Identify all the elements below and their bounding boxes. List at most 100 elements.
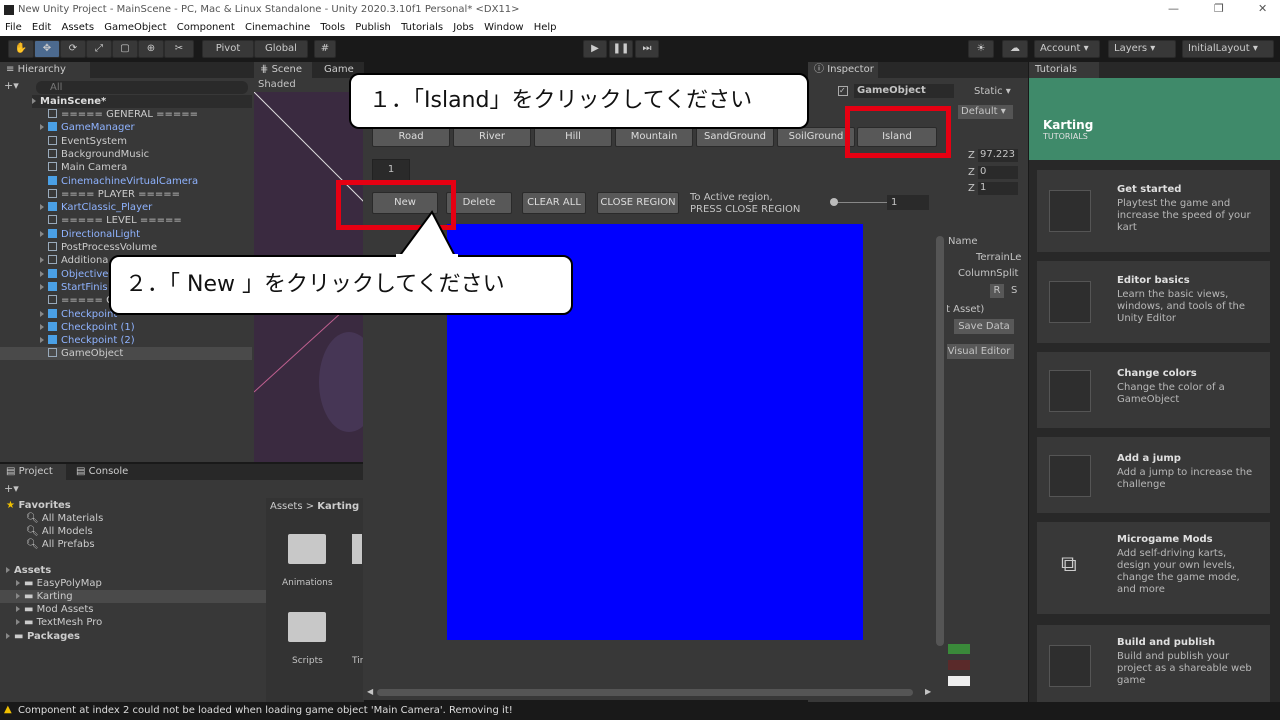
menu-publish[interactable]: Publish [355, 22, 391, 33]
folder-icon[interactable] [288, 612, 326, 642]
save-data-button[interactable]: Save Data [954, 319, 1014, 334]
mountain-button[interactable]: Mountain [615, 127, 693, 147]
step-icon[interactable]: ⏭ [635, 40, 659, 58]
menu-jobs[interactable]: Jobs [453, 22, 474, 33]
hierarchy-item[interactable]: GameManager [40, 121, 252, 134]
z-field[interactable]: 0 [978, 166, 1018, 179]
play-icon[interactable]: ▶ [583, 40, 607, 58]
expand-arrow-icon[interactable] [40, 337, 44, 344]
minimize-icon[interactable]: — [1168, 2, 1179, 15]
sandground-button[interactable]: SandGround [696, 127, 774, 147]
clear-all-button[interactable]: CLEAR ALL [522, 192, 586, 214]
scroll-left-icon[interactable]: ◀ [367, 687, 373, 696]
static-toggle[interactable]: Static ▾ [974, 86, 1011, 97]
menu-edit[interactable]: Edit [32, 22, 51, 33]
add-icon[interactable]: +▾ [4, 79, 19, 92]
expand-arrow-icon[interactable] [40, 323, 44, 330]
packages-header[interactable]: ▬ Packages [6, 630, 80, 643]
object-name-field[interactable]: GameObject [854, 84, 954, 98]
project-add-icon[interactable]: +▾ [4, 482, 19, 495]
tutorial-card-build-publish[interactable]: Build and publish Build and publish your… [1037, 625, 1270, 702]
color-swatch[interactable] [948, 676, 970, 686]
assets-header[interactable]: Assets [6, 564, 51, 577]
tutorial-card-get-started[interactable]: Get started Playtest the game and increa… [1037, 170, 1270, 252]
shading-mode-dropdown[interactable]: Shaded [254, 78, 364, 92]
asset-folder[interactable]: ▬ Mod Assets [16, 603, 93, 616]
hierarchy-item[interactable]: EventSystem [40, 135, 252, 148]
status-bar[interactable]: ▲ Component at index 2 could not be load… [0, 702, 1280, 720]
folder-icon[interactable] [288, 534, 326, 564]
asset-folder[interactable]: ▬ TextMesh Pro [16, 616, 102, 629]
menu-window[interactable]: Window [484, 22, 523, 33]
hierarchy-item[interactable]: CinemachineVirtualCamera [40, 175, 252, 188]
tutorial-card-add-jump[interactable]: Add a jump Add a jump to increase the ch… [1037, 437, 1270, 513]
hierarchy-item[interactable]: Checkpoint (1) [40, 321, 252, 334]
slider-track[interactable] [831, 202, 887, 203]
tutorial-card-editor-basics[interactable]: Editor basics Learn the basic views, win… [1037, 261, 1270, 343]
tutorial-card-microgame-mods[interactable]: ⧉ Microgame Mods Add self-driving karts,… [1037, 522, 1270, 614]
asset-folder[interactable]: ▬ EasyPolyMap [16, 577, 102, 590]
vertical-scrollbar[interactable] [936, 236, 944, 646]
visual-editor-button[interactable]: Visual Editor [944, 344, 1014, 359]
custom-tool-icon[interactable]: ✂ [164, 40, 194, 58]
soilground-button[interactable]: SoilGround [777, 127, 855, 147]
active-checkbox[interactable]: ✓ [838, 86, 848, 96]
hierarchy-item[interactable]: GameObject [0, 347, 252, 361]
menu-help[interactable]: Help [534, 22, 557, 33]
pivot-button[interactable]: Pivot [202, 40, 254, 58]
color-swatch[interactable] [948, 644, 970, 654]
hierarchy-item[interactable]: ===== GENERAL ===== [40, 108, 252, 121]
menu-tutorials[interactable]: Tutorials [401, 22, 443, 33]
expand-arrow-icon[interactable] [40, 257, 44, 264]
menu-file[interactable]: File [5, 22, 22, 33]
transform-tool-icon[interactable]: ⊕ [138, 40, 164, 58]
tab-inspector[interactable]: ⓘ Inspector [808, 62, 878, 78]
rect-tool-icon[interactable]: ▢ [112, 40, 138, 58]
scale-tool-icon[interactable]: ⤢ [86, 40, 112, 58]
menu-gameobject[interactable]: GameObject [104, 22, 166, 33]
road-button[interactable]: Road [372, 127, 450, 147]
hierarchy-item[interactable]: KartClassic_Player [40, 201, 252, 214]
favorites-header[interactable]: ★ Favorites [6, 499, 71, 512]
asset-folder-selected[interactable]: ▬ Karting [0, 590, 266, 603]
slider-handle[interactable] [830, 198, 838, 206]
hill-button[interactable]: Hill [534, 127, 612, 147]
slider-value-field[interactable]: 1 [887, 195, 929, 210]
hierarchy-item[interactable]: ===== LEVEL ===== [40, 214, 252, 227]
hierarchy-item[interactable]: Main Camera [40, 161, 252, 174]
layout-dropdown[interactable]: InitialLayout ▾ [1182, 40, 1274, 58]
z-field[interactable]: 97.223 [978, 149, 1018, 162]
account-dropdown[interactable]: Account ▾ [1034, 40, 1100, 58]
grid-snap-icon[interactable]: # [314, 40, 336, 58]
hierarchy-item[interactable]: BackgroundMusic [40, 148, 252, 161]
breadcrumb-current[interactable]: Karting [317, 501, 359, 512]
expand-arrow-icon[interactable] [40, 310, 44, 317]
tab-scene[interactable]: ⋕ Scene [254, 62, 312, 78]
tab-hierarchy[interactable]: ≡ Hierarchy [0, 62, 90, 78]
tab-project[interactable]: ▤ Project [0, 464, 66, 480]
scroll-right-icon[interactable]: ▶ [925, 687, 931, 696]
r-button[interactable]: R [990, 284, 1004, 298]
menu-tools[interactable]: Tools [320, 22, 345, 33]
color-swatch[interactable] [948, 660, 970, 670]
hierarchy-item[interactable]: PostProcessVolume [40, 241, 252, 254]
expand-arrow-icon[interactable] [40, 270, 44, 277]
close-region-button[interactable]: CLOSE REGION [597, 192, 679, 214]
tutorial-card-change-colors[interactable]: Change colors Change the color of a Game… [1037, 352, 1270, 428]
layers-dropdown[interactable]: Layers ▾ [1108, 40, 1176, 58]
fav-item[interactable]: 🔍︎ All Prefabs [26, 538, 95, 551]
hierarchy-item[interactable]: ==== PLAYER ===== [40, 188, 252, 201]
fav-item[interactable]: 🔍︎ All Models [26, 525, 93, 538]
menu-component[interactable]: Component [177, 22, 235, 33]
close-icon[interactable]: ✕ [1258, 2, 1267, 15]
hand-tool-icon[interactable]: ✋ [8, 40, 34, 58]
expand-arrow-icon[interactable] [40, 124, 44, 131]
horizontal-scrollbar[interactable] [377, 689, 913, 696]
expand-arrow-icon[interactable] [40, 230, 44, 237]
tab-tutorials[interactable]: Tutorials [1029, 62, 1099, 78]
fav-item[interactable]: 🔍︎ All Materials [26, 512, 103, 525]
global-button[interactable]: Global [254, 40, 308, 58]
hierarchy-search-input[interactable]: All [36, 81, 248, 94]
pause-icon[interactable]: ❚❚ [609, 40, 633, 58]
maximize-icon[interactable]: ❐ [1214, 2, 1224, 15]
